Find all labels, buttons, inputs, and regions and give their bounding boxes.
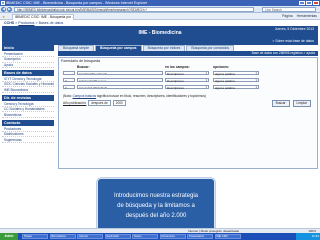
start-button[interactable]: Inicio bbox=[0, 233, 18, 240]
year-limit-row: Año publicación: después de 2000 bbox=[63, 100, 126, 106]
back-icon[interactable]: ◀ bbox=[1, 7, 6, 12]
col-fields-label: en los campos: bbox=[165, 65, 190, 69]
left-menu: Inicio Presentación Suscripción Ayuda Ba… bbox=[2, 45, 54, 205]
annotation-callout: Introducimos nuestra estrategia de búsqu… bbox=[97, 178, 215, 234]
ie-icon bbox=[1, 1, 5, 5]
search-row: Y (adolesc* OR joven) Descriptores ▼ algu… bbox=[63, 78, 313, 83]
search-input[interactable]: Live Search bbox=[262, 7, 316, 12]
page-title: IME - Biomedicina bbox=[138, 30, 182, 36]
form-buttons: Buscar Limpiar bbox=[271, 100, 311, 107]
breadcrumb-link[interactable]: Productos bbox=[18, 21, 34, 25]
url-field[interactable]: http://IBIMED.bibliotecadigital.csic.es/… bbox=[14, 7, 254, 12]
taskbar-item[interactable]: Nuevo bbox=[132, 234, 158, 239]
chevron-down-icon: ▼ bbox=[255, 79, 258, 83]
field-value: Descriptores bbox=[167, 86, 184, 90]
field-select[interactable]: Descriptores ▼ bbox=[165, 85, 209, 90]
window-controls bbox=[299, 0, 319, 6]
chevron-down-icon: ▼ bbox=[205, 79, 208, 83]
callout-line-2: de búsqueda y la limitamos a bbox=[117, 202, 195, 209]
tools-menu[interactable]: Herramientas bbox=[297, 14, 317, 18]
year-input[interactable]: 2000 bbox=[112, 100, 126, 106]
col-search-label: Buscar: bbox=[77, 65, 90, 69]
field-value: Descriptores bbox=[167, 72, 184, 76]
form-title: Formulario de búsqueda bbox=[61, 58, 100, 63]
year-operator-select[interactable]: después de bbox=[88, 100, 111, 106]
search-button[interactable]: Buscar bbox=[271, 100, 290, 107]
web-page: CCHS > Productos > Bases de datos Jueves… bbox=[0, 20, 320, 234]
option-value: alguna palabra bbox=[215, 79, 235, 83]
org-name: CCHS bbox=[4, 21, 15, 25]
year-limit-label: Año publicación: bbox=[63, 101, 87, 105]
taskbar-item[interactable]: Internet bbox=[77, 234, 103, 239]
breadcrumb-tail: > Bases de datos bbox=[35, 21, 64, 25]
chevron-down-icon: ▼ bbox=[205, 72, 208, 76]
taskbar-item[interactable]: IME CSIC bbox=[214, 234, 241, 239]
option-value: alguna palabra bbox=[215, 86, 235, 90]
page-menu[interactable]: Página bbox=[282, 14, 293, 18]
chevron-down-icon: ▼ bbox=[205, 86, 208, 90]
basic-fields-link[interactable]: Campos básicos bbox=[73, 94, 97, 98]
favorites-star-icon[interactable]: ★ bbox=[2, 15, 5, 19]
system-tray-clock: 11:52 bbox=[296, 233, 320, 240]
forward-icon[interactable]: ▶ bbox=[7, 7, 12, 12]
search-term-input[interactable]: (ansiedad OR fobia*) bbox=[77, 85, 163, 90]
option-value: alguna palabra bbox=[215, 72, 235, 76]
callout-line-3: después del año 2.000 bbox=[125, 212, 187, 219]
taskbar-item[interactable]: Tareas bbox=[22, 234, 48, 239]
option-select[interactable]: alguna palabra ▼ bbox=[213, 85, 259, 90]
clear-button[interactable]: Limpiar bbox=[292, 100, 311, 107]
chevron-down-icon: ▼ bbox=[255, 72, 258, 76]
field-select[interactable]: Descriptores ▼ bbox=[165, 71, 209, 76]
search-note: (Nota: Campos básicos significa buscar e… bbox=[63, 94, 206, 98]
operator-select[interactable]: Y bbox=[63, 85, 75, 90]
col-options-label: opciones: bbox=[213, 65, 230, 69]
option-select[interactable]: alguna palabra ▼ bbox=[213, 78, 259, 83]
note-prefix: (Nota: bbox=[63, 94, 72, 98]
window-title: IBIMEDIC CSIC: IME - Biomedicina - Búsqu… bbox=[6, 1, 148, 5]
taskbar: Inicio Tareas Biomedicina Internet Explo… bbox=[0, 233, 320, 240]
callout-line-1: Introducimos nuestra estrategia bbox=[113, 192, 199, 199]
operator-select[interactable] bbox=[63, 71, 75, 76]
taskbar-item[interactable]: Documento bbox=[159, 234, 186, 239]
close-button[interactable] bbox=[313, 0, 319, 6]
site-header: Jueves, 5 Diciembre 2013 IME - Biomedici… bbox=[2, 26, 318, 45]
taskbar-tasks: Tareas Biomedicina Internet Explorador N… bbox=[22, 234, 241, 239]
chevron-down-icon: ▼ bbox=[255, 86, 258, 90]
tab-bar: ★ IBIMEDIC CSIC: IME - Búsqueda por ... … bbox=[0, 13, 320, 20]
menu-header-databases[interactable]: Bases de datos bbox=[2, 69, 54, 76]
menu-header-journals[interactable]: Dir. de revistas bbox=[2, 94, 54, 101]
taskbar-item[interactable]: Presentación bbox=[187, 234, 213, 239]
menu-header-inicio[interactable]: Inicio bbox=[2, 45, 54, 51]
note-suffix: significa buscar en título, resumen, des… bbox=[97, 94, 206, 98]
command-bar: Página Herramientas bbox=[282, 14, 317, 18]
maximize-button[interactable] bbox=[306, 0, 312, 6]
search-row: Y (ansiedad OR fobia*) Descriptores ▼ alg… bbox=[63, 85, 313, 90]
address-bar: ◀ ▶ http://IBIMED.bibliotecadigital.csic… bbox=[0, 6, 320, 13]
field-value: Descriptores bbox=[167, 79, 184, 83]
search-form: Formulario de búsqueda Buscar: en los ca… bbox=[58, 57, 318, 169]
search-row: "cuidar" OR enferm*) Descriptores ▼ algun… bbox=[63, 71, 313, 76]
search-term-input[interactable]: "cuidar" OR enferm*) bbox=[77, 71, 163, 76]
search-term-input[interactable]: (adolesc* OR joven) bbox=[77, 78, 163, 83]
records-bar: Base de datos con 286996 registros > ayu… bbox=[58, 51, 318, 56]
operator-select[interactable]: Y bbox=[63, 78, 75, 83]
minimize-button[interactable] bbox=[299, 0, 305, 6]
menu-item[interactable]: Sugerencias bbox=[2, 137, 54, 143]
option-select[interactable]: alguna palabra ▼ bbox=[213, 71, 259, 76]
field-select[interactable]: Descriptores ▼ bbox=[165, 78, 209, 83]
menu-header-contact[interactable]: Contacto bbox=[2, 119, 54, 126]
breadcrumb: CCHS > Productos > Bases de datos bbox=[4, 21, 64, 25]
taskbar-item[interactable]: Biomedicina bbox=[49, 234, 76, 239]
about-link[interactable]: > Sobre esta base de datos bbox=[272, 39, 314, 43]
taskbar-item[interactable]: Explorador bbox=[104, 234, 131, 239]
